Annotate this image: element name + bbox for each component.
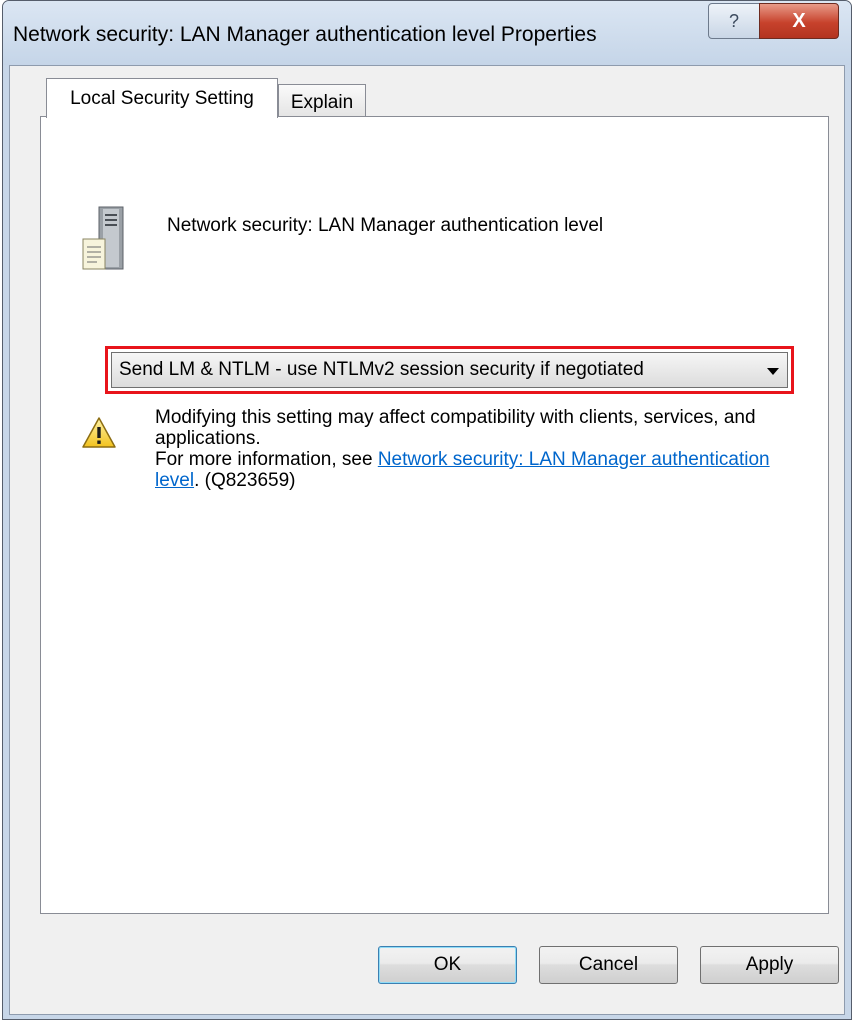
tab-local-security-setting[interactable]: Local Security Setting <box>46 78 278 118</box>
window-title: Network security: LAN Manager authentica… <box>13 23 597 46</box>
tab-explain[interactable]: Explain <box>278 84 366 120</box>
properties-dialog: Network security: LAN Manager authentica… <box>2 0 852 1020</box>
authentication-level-dropdown[interactable]: Send LM & NTLM - use NTLMv2 session secu… <box>111 352 788 388</box>
warning-icon <box>82 417 116 448</box>
ok-button[interactable]: OK <box>378 946 517 984</box>
dropdown-highlight: Send LM & NTLM - use NTLMv2 session secu… <box>105 346 794 394</box>
server-policy-icon <box>82 206 124 270</box>
tab-panel: Network security: LAN Manager authentica… <box>40 116 829 914</box>
cancel-button[interactable]: Cancel <box>539 946 678 984</box>
apply-button[interactable]: Apply <box>700 946 839 984</box>
policy-name: Network security: LAN Manager authentica… <box>167 215 604 236</box>
tab-label: Local Security Setting <box>70 87 254 109</box>
help-button[interactable]: ? <box>708 3 760 39</box>
warning-line1: Modifying this setting may affect compat… <box>155 407 756 449</box>
warning-line2-suffix: . (Q823659) <box>194 470 296 491</box>
warning-message: Modifying this setting may affect compat… <box>155 407 795 491</box>
close-button[interactable]: X <box>759 3 839 39</box>
help-icon: ? <box>728 10 739 31</box>
dropdown-selected-value: Send LM & NTLM - use NTLMv2 session secu… <box>119 359 644 380</box>
tab-label: Explain <box>290 91 354 113</box>
chevron-down-icon[interactable] <box>767 368 779 375</box>
warning-line2-prefix: For more information, see <box>155 449 378 470</box>
dialog-body: Local Security Setting Explain Network s… <box>9 65 845 1015</box>
title-bar[interactable]: Network security: LAN Manager authentica… <box>3 1 851 65</box>
close-icon: X <box>792 9 806 32</box>
